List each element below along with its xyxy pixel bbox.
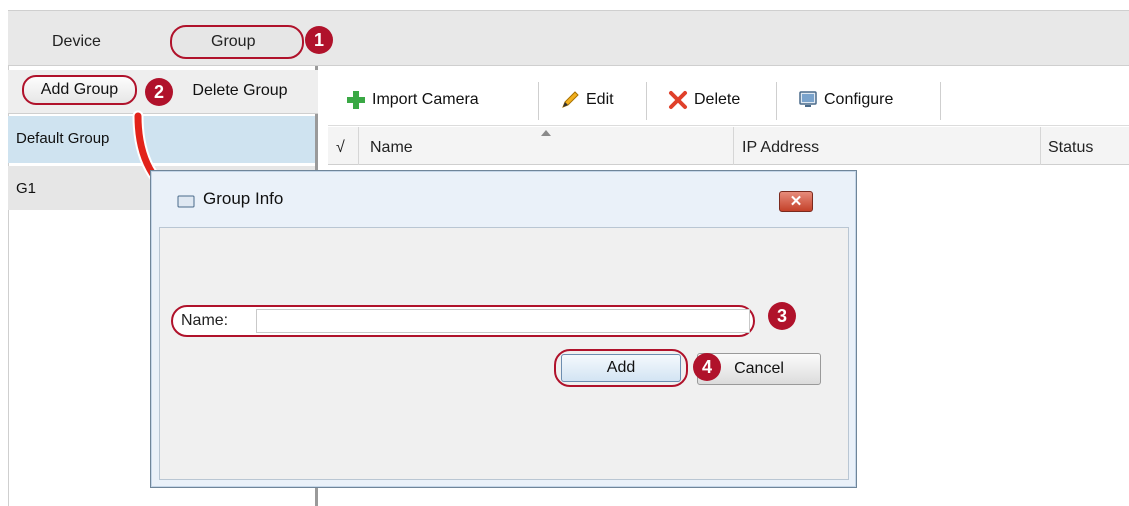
toolbar-divider xyxy=(538,82,539,120)
close-icon[interactable]: ✕ xyxy=(779,191,813,212)
column-divider xyxy=(1040,127,1041,165)
monitor-icon xyxy=(799,91,817,107)
camera-table-header: √ Name IP Address Status xyxy=(328,127,1129,165)
add-button[interactable]: Add xyxy=(561,354,681,382)
import-camera-label: Import Camera xyxy=(372,91,479,108)
edit-button[interactable]: Edit xyxy=(560,90,614,110)
tab-device[interactable]: Device xyxy=(52,33,101,51)
add-group-button[interactable]: Add Group xyxy=(22,75,137,105)
import-camera-button[interactable]: Import Camera xyxy=(346,90,479,110)
x-icon xyxy=(669,91,687,109)
delete-button[interactable]: Delete xyxy=(668,90,740,110)
callout-1: 1 xyxy=(305,26,333,54)
tab-group[interactable]: Group xyxy=(211,33,255,51)
toolbar-divider xyxy=(776,82,777,120)
callout-2: 2 xyxy=(145,78,173,106)
column-status[interactable]: Status xyxy=(1048,139,1093,157)
callout-4: 4 xyxy=(693,353,721,381)
name-label: Name: xyxy=(181,312,229,329)
column-divider xyxy=(733,127,734,165)
plus-icon xyxy=(347,91,365,109)
toolbar-divider xyxy=(940,82,941,120)
toolbar-divider xyxy=(646,82,647,120)
configure-label: Configure xyxy=(824,91,894,108)
name-input[interactable] xyxy=(256,309,750,333)
group-info-dialog: Group Info ✕ Name: Add Cancel xyxy=(150,170,857,488)
column-ip-address[interactable]: IP Address xyxy=(742,139,819,157)
column-divider xyxy=(358,127,359,165)
column-name[interactable]: Name xyxy=(370,139,413,157)
delete-label: Delete xyxy=(694,91,741,108)
dialog-title: Group Info xyxy=(203,189,284,208)
camera-toolbar: Import Camera Edit Delete Configure xyxy=(328,70,1129,126)
edit-label: Edit xyxy=(586,91,614,108)
callout-3: 3 xyxy=(768,302,796,330)
delete-group-button[interactable]: Delete Group xyxy=(170,76,310,106)
configure-button[interactable]: Configure xyxy=(798,90,893,110)
pencil-icon xyxy=(562,91,579,108)
top-tab-bar: Device Group xyxy=(8,10,1129,66)
select-all-column[interactable]: √ xyxy=(336,139,345,157)
sort-up-icon xyxy=(541,130,551,136)
